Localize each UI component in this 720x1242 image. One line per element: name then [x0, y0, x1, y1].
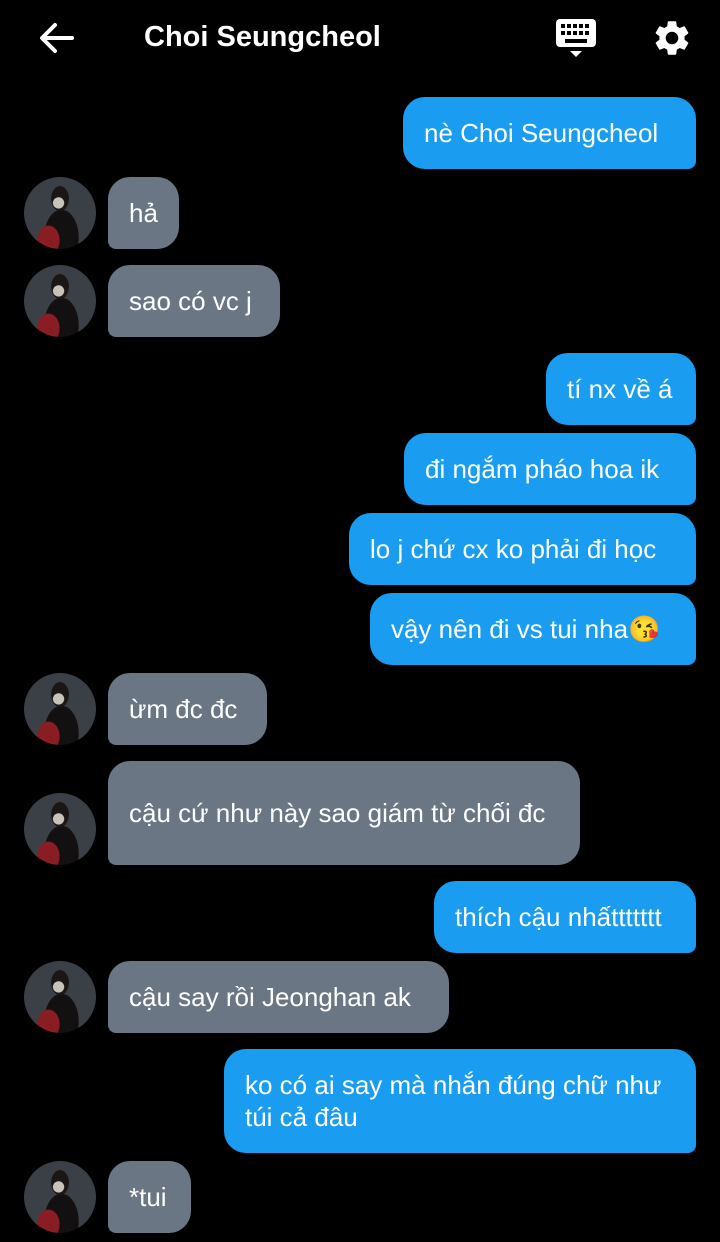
message-received[interactable]: sao có vc j	[108, 265, 280, 337]
message-sent[interactable]: thích cậu nhấttttttt	[434, 881, 696, 953]
conversation-title: Choi Seungcheol	[144, 21, 381, 53]
keyboard-icon	[556, 19, 596, 57]
message-received[interactable]: ừm đc đc	[108, 673, 267, 745]
contact-avatar[interactable]	[24, 961, 96, 1033]
contact-avatar[interactable]	[24, 673, 96, 745]
contact-avatar[interactable]	[24, 793, 96, 865]
message-sent[interactable]: ko có ai say mà nhắn đúng chữ như túi cả…	[224, 1049, 696, 1153]
settings-button[interactable]	[648, 14, 696, 62]
message-received[interactable]: cậu cứ như này sao giám từ chối đc	[108, 761, 580, 865]
arrow-left-icon	[40, 23, 74, 53]
message-sent[interactable]: vậy nên đi vs tui nha😘	[370, 593, 696, 665]
message-sent[interactable]: đi ngắm pháo hoa ik	[404, 433, 696, 505]
contact-avatar[interactable]	[24, 265, 96, 337]
message-sent[interactable]: nè Choi Seungcheol	[403, 97, 696, 169]
keyboard-button[interactable]	[552, 14, 600, 62]
message-received[interactable]: *tui	[108, 1161, 191, 1233]
message-sent[interactable]: tí nx về á	[546, 353, 696, 425]
contact-avatar[interactable]	[24, 1161, 96, 1233]
message-sent[interactable]: lo j chứ cx ko phải đi học	[349, 513, 696, 585]
back-button[interactable]	[34, 20, 78, 56]
message-received[interactable]: cậu say rồi Jeonghan ak	[108, 961, 449, 1033]
contact-avatar[interactable]	[24, 177, 96, 249]
gear-icon	[655, 21, 689, 55]
chat-header: Choi Seungcheol	[0, 0, 720, 78]
message-received[interactable]: hả	[108, 177, 179, 249]
